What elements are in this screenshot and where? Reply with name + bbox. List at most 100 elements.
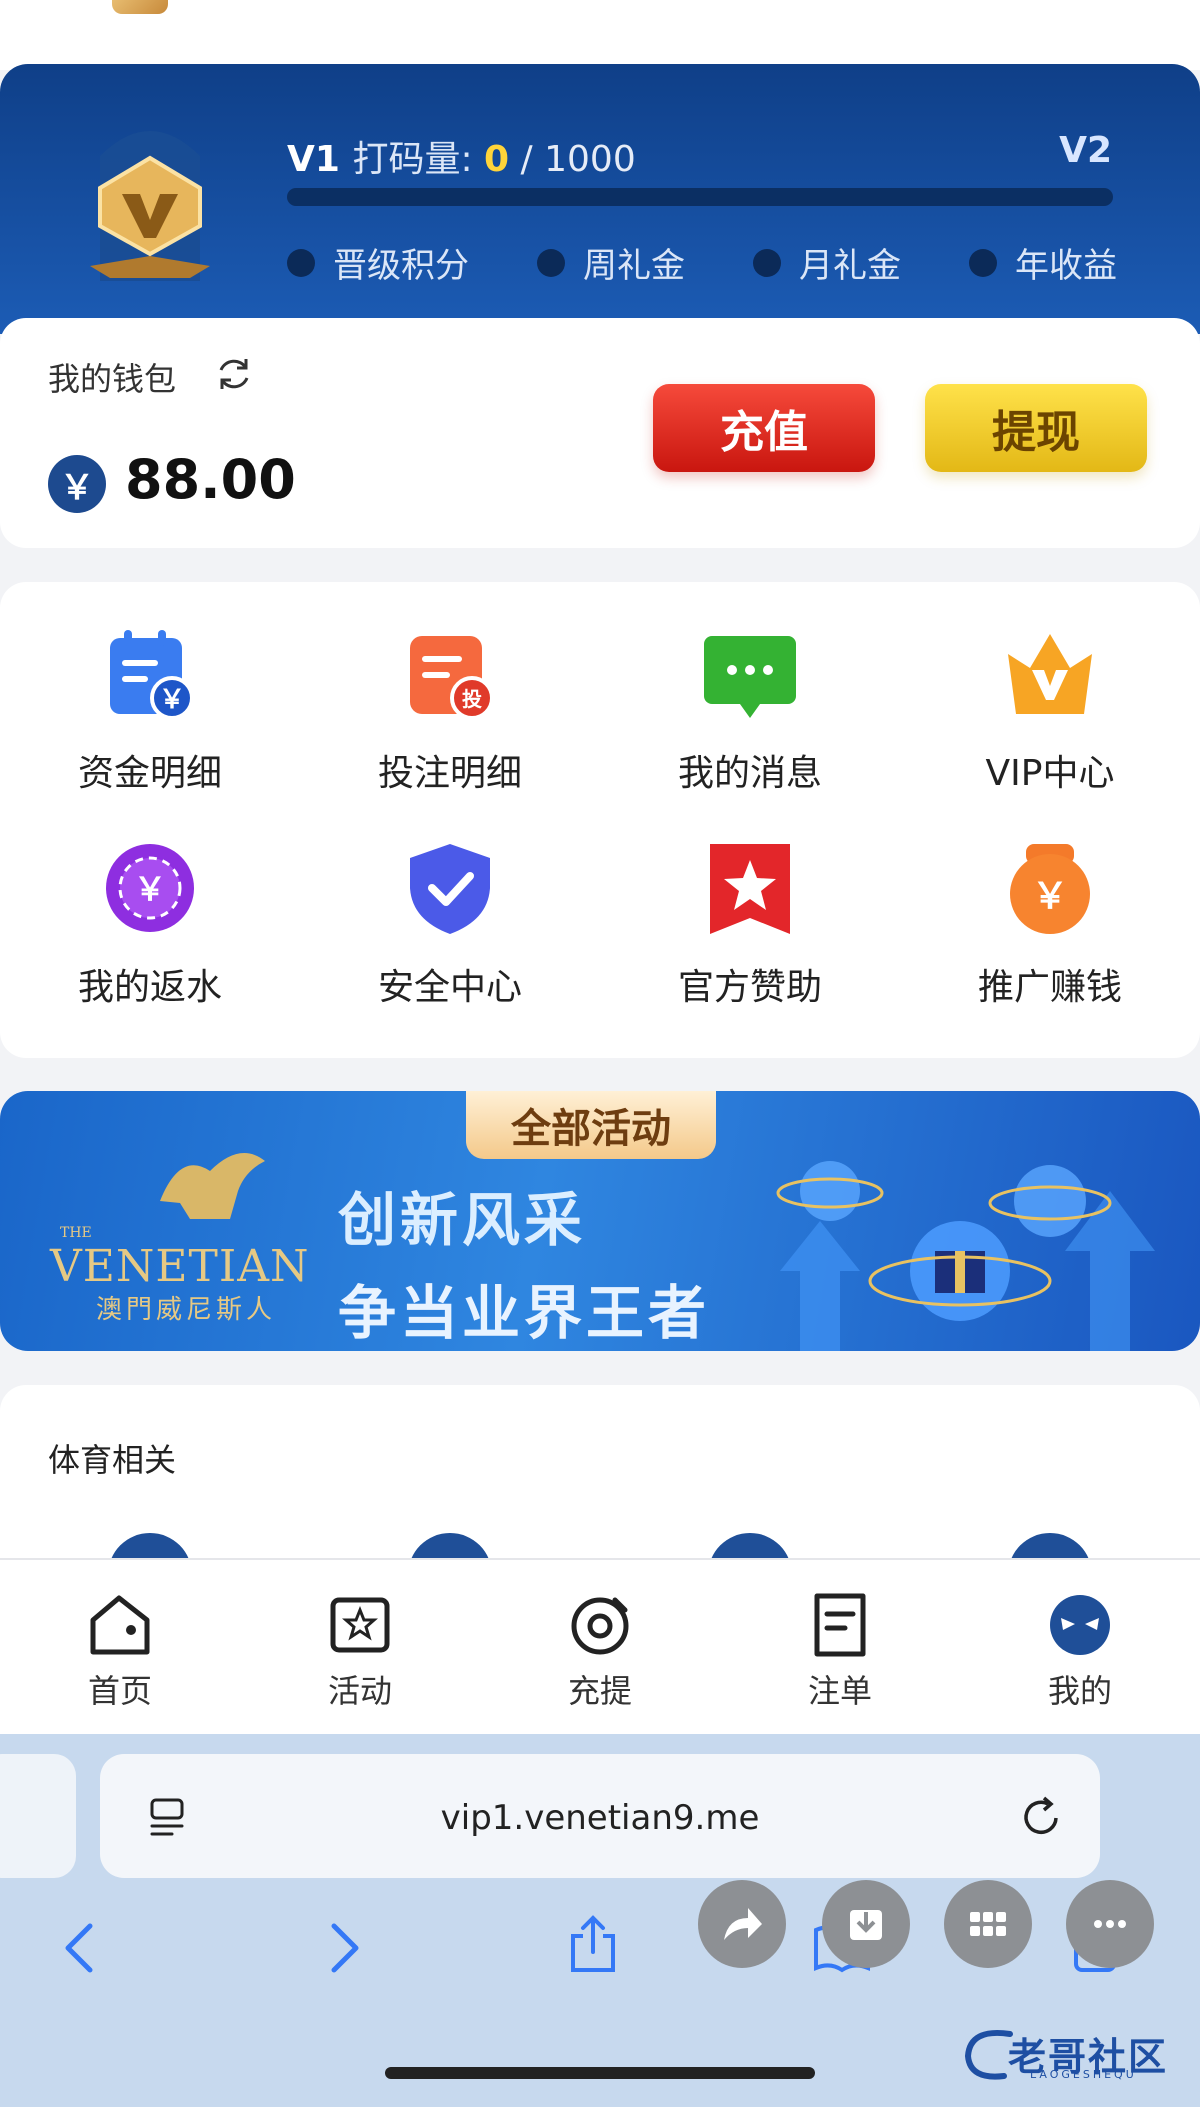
- withdraw-button[interactable]: 提现: [925, 384, 1147, 472]
- promote-money-icon: ￥: [1010, 844, 1090, 934]
- top-strip: [0, 0, 1200, 70]
- download-button[interactable]: [822, 1880, 910, 1968]
- vip-progress-text: V1 打码量: 0 / 1000: [287, 130, 636, 182]
- vip-badge-icon: [90, 131, 210, 281]
- perk-label: 年收益: [1015, 246, 1117, 286]
- tab-bet-slip[interactable]: 注单: [770, 1590, 910, 1712]
- bet-details-icon: 投: [410, 636, 494, 720]
- brand-sub: 澳門威尼斯人: [96, 1295, 277, 1325]
- watermark: 老哥社区 LAOGESHEQU: [960, 2024, 1190, 2084]
- vip-progress-bar: [287, 188, 1113, 206]
- dot-icon: [969, 248, 997, 277]
- tab-home[interactable]: 首页: [50, 1590, 190, 1712]
- perk-item: 周礼金: [537, 238, 685, 287]
- home-icon: [90, 1595, 150, 1655]
- menu-item-promote[interactable]: ￥ 推广赚钱: [900, 838, 1200, 1038]
- sports-section: 体育相关: [0, 1385, 1200, 1565]
- menu-item-fund-details[interactable]: ￥ 资金明细: [0, 624, 300, 824]
- currency-icon: ￥: [48, 455, 106, 513]
- vip-level: V1: [287, 139, 340, 180]
- fund-details-icon: ￥: [110, 630, 194, 720]
- sponsor-star-icon: [710, 844, 790, 934]
- menu-label: 官方赞助: [677, 967, 822, 1008]
- perk-label: 周礼金: [583, 246, 685, 286]
- more-icon: [1094, 1920, 1126, 1928]
- svg-text:￥: ￥: [134, 870, 166, 908]
- tab-label: 首页: [87, 1672, 152, 1710]
- menu-label: 我的消息: [677, 753, 822, 794]
- vip-crown-icon: [1008, 634, 1092, 714]
- tab-deposit-withdraw[interactable]: 充提: [530, 1590, 670, 1712]
- back-icon[interactable]: [52, 1918, 112, 1978]
- url-text[interactable]: vip1.venetian9.me: [100, 1798, 1100, 1838]
- vip-next-level: V2: [1059, 130, 1112, 171]
- menu-item-rebate[interactable]: ￥ 我的返水: [0, 838, 300, 1038]
- deposit-withdraw-icon: [571, 1597, 629, 1655]
- svg-text:投: 投: [462, 687, 482, 711]
- deposit-button[interactable]: 充值: [653, 384, 875, 472]
- dot-icon: [753, 248, 781, 277]
- watermark-sub: LAOGESHEQU: [1030, 2068, 1137, 2081]
- menu-item-security[interactable]: 安全中心: [300, 838, 600, 1038]
- vip-progress-current: 0: [484, 139, 510, 180]
- wallet-label: 我的钱包: [48, 360, 177, 398]
- previous-tab-card[interactable]: [0, 1754, 76, 1878]
- dot-icon: [287, 248, 315, 277]
- banner-slogan-1: 创新风采: [338, 1186, 587, 1254]
- vip-progress-label: 打码量:: [352, 139, 485, 180]
- browser-toolbar: vip1.venetian9.me 老哥社区 LAOGESHEQU: [0, 1734, 1200, 2107]
- share-icon[interactable]: [563, 1914, 623, 1974]
- menu-item-bet-details[interactable]: 投 投注明细: [300, 624, 600, 824]
- address-bar[interactable]: vip1.venetian9.me: [100, 1754, 1100, 1878]
- download-icon: [850, 1910, 882, 1940]
- brand-the: THE: [60, 1225, 92, 1241]
- perk-item: 晋级积分: [287, 238, 469, 287]
- forward-icon[interactable]: [312, 1918, 372, 1978]
- share-arrow-icon: [724, 1908, 762, 1940]
- dot-icon: [537, 248, 565, 277]
- partial-icon: [112, 0, 168, 14]
- tab-label: 活动: [327, 1672, 392, 1710]
- all-activities-tag[interactable]: 全部活动: [466, 1091, 716, 1159]
- home-indicator[interactable]: [385, 2067, 815, 2079]
- tab-label: 注单: [807, 1672, 872, 1710]
- menu-item-messages[interactable]: 我的消息: [600, 624, 900, 824]
- apps-grid-button[interactable]: [944, 1880, 1032, 1968]
- promo-banner[interactable]: 全部活动 THE VENETIAN 澳門威尼斯人 创新风采 争当业界王者: [0, 1091, 1200, 1351]
- menu-item-vip-center[interactable]: VIP中心: [900, 624, 1200, 824]
- perk-item: 月礼金: [753, 238, 901, 287]
- menu-item-sponsor[interactable]: 官方赞助: [600, 838, 900, 1038]
- venetian-logo: THE VENETIAN 澳門威尼斯人: [50, 1141, 310, 1325]
- vip-card: V1 打码量: 0 / 1000 V2 晋级积分 周礼金 月礼金 年收益: [0, 64, 1200, 334]
- svg-text:￥: ￥: [1032, 876, 1068, 917]
- banner-slogan-2: 争当业界王者: [338, 1279, 711, 1347]
- banner-decoration: [776, 1161, 1155, 1351]
- refresh-icon[interactable]: [214, 354, 254, 394]
- menu-label: 我的返水: [77, 967, 222, 1008]
- menu-label: VIP中心: [985, 753, 1115, 794]
- perk-label: 月礼金: [799, 246, 901, 286]
- reload-icon[interactable]: [1018, 1794, 1064, 1840]
- rebate-chip-icon: ￥: [106, 844, 194, 932]
- brand-name: VENETIAN: [50, 1241, 310, 1292]
- forward-share-button[interactable]: [698, 1880, 786, 1968]
- feature-grid: ￥ 资金明细 投 投注明细 我的消息 VIP中心 ￥ 我的返水 安全中心 官方赞…: [0, 582, 1200, 1058]
- profile-icon: [1050, 1595, 1110, 1655]
- grid-icon: [970, 1912, 1006, 1936]
- more-button[interactable]: [1066, 1880, 1154, 1968]
- activity-icon: [330, 1597, 390, 1653]
- winged-lion-icon: [160, 1153, 265, 1219]
- message-icon: [704, 636, 796, 718]
- tab-label: 充提: [567, 1672, 632, 1710]
- sports-title: 体育相关: [48, 1441, 177, 1479]
- menu-label: 投注明细: [377, 753, 522, 794]
- bottom-tab-bar: 首页 活动 充提 注单 我的: [0, 1558, 1200, 1734]
- vip-perks: 晋级积分 周礼金 月礼金 年收益: [287, 238, 1117, 287]
- menu-label: 资金明细: [77, 753, 222, 794]
- perk-label: 晋级积分: [333, 246, 469, 286]
- tab-profile[interactable]: 我的: [1010, 1590, 1150, 1712]
- wallet-balance: 88.00: [125, 448, 296, 511]
- tab-activity[interactable]: 活动: [290, 1590, 430, 1712]
- security-shield-icon: [410, 844, 490, 934]
- bet-slip-icon: [814, 1593, 866, 1657]
